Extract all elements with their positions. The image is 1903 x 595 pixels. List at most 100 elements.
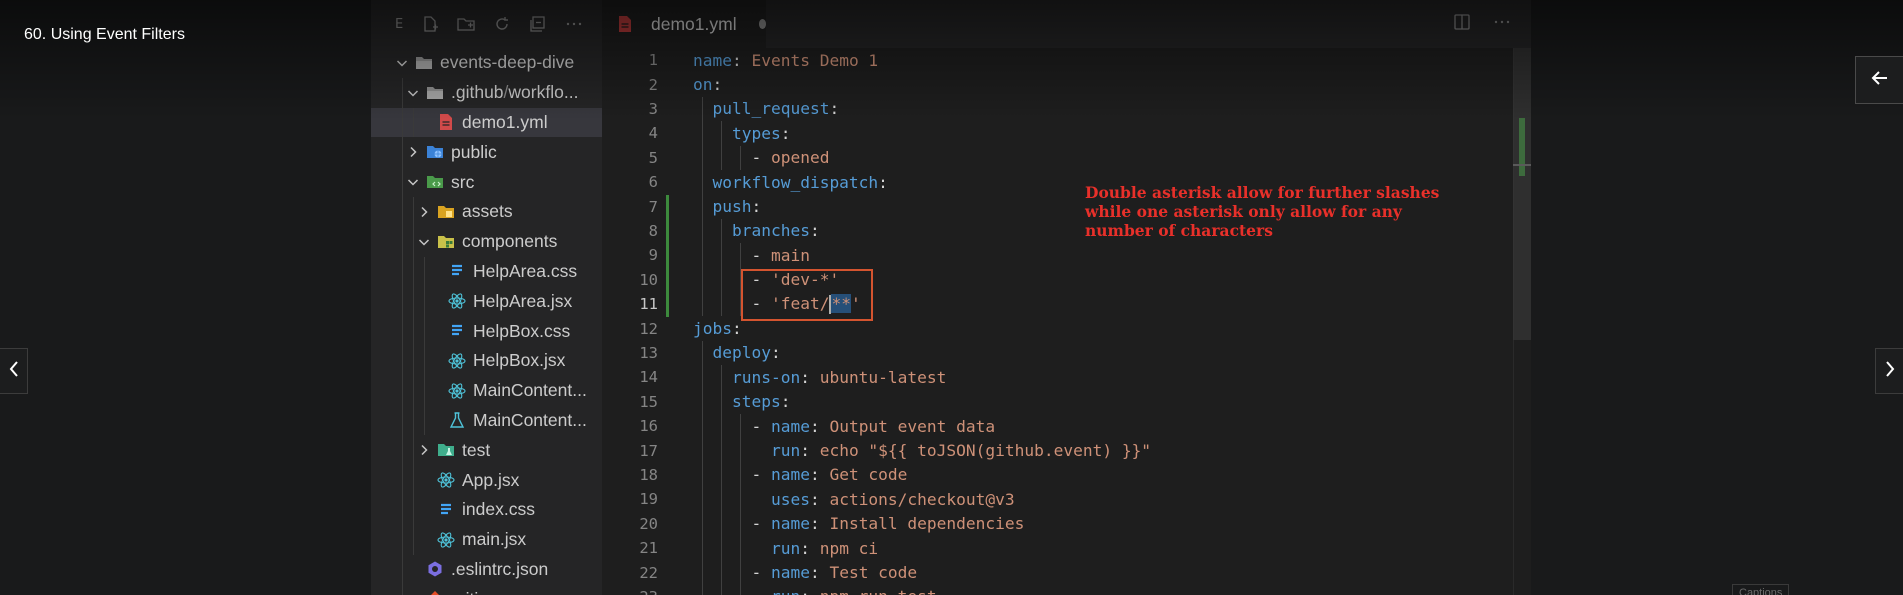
indent-guide xyxy=(402,345,403,376)
chevron-right-icon[interactable] xyxy=(406,145,420,159)
collapse-all-icon[interactable] xyxy=(529,15,547,33)
indent-guide xyxy=(424,316,425,346)
code-token: : xyxy=(809,416,830,436)
annotation-text: Double asterisk allow for further slashe… xyxy=(1085,183,1440,240)
tree-item-events-deep-dive[interactable]: events-deep-dive xyxy=(371,48,602,78)
css-icon xyxy=(448,322,466,340)
tree-item-src[interactable]: src xyxy=(371,167,602,197)
tree-item-components[interactable]: components xyxy=(371,226,602,257)
tree-item-demo1-yml[interactable]: demo1.yml xyxy=(371,107,602,138)
tree-item-helpbox-css[interactable]: HelpBox.css xyxy=(371,316,602,346)
code-line[interactable]: 16 - name: Output event data xyxy=(602,414,1502,438)
line-number: 14 xyxy=(639,368,658,387)
chevron-down-icon[interactable] xyxy=(417,235,431,249)
chevron-down-icon[interactable] xyxy=(406,175,420,189)
unsaved-dot-icon[interactable] xyxy=(758,19,766,29)
tree-item-test[interactable]: test xyxy=(371,435,602,466)
folder-open-icon xyxy=(426,84,444,102)
code-line[interactable]: 18 - name: Get code xyxy=(602,463,1502,487)
code-text: run: npm run test xyxy=(693,587,937,595)
split-editor-icon[interactable] xyxy=(1453,13,1471,35)
code-line[interactable]: 17 run: echo "${{ toJSON(github.event) }… xyxy=(602,438,1502,462)
code-line[interactable]: 14 runs-on: ubuntu-latest xyxy=(602,365,1502,389)
tree-item-label: HelpBox.jsx xyxy=(473,350,566,371)
code-line[interactable]: 5 - opened xyxy=(602,146,1502,170)
indent-guide xyxy=(413,375,414,406)
code-line[interactable]: 2 on: xyxy=(602,72,1502,96)
tree-item-helpbox-jsx[interactable]: HelpBox.jsx xyxy=(371,345,602,376)
tree-item-assets[interactable]: assets xyxy=(371,196,602,227)
indent-guide xyxy=(413,524,414,555)
code-line[interactable]: 4 types: xyxy=(602,121,1502,145)
code-line[interactable]: 22 - name: Test code xyxy=(602,560,1502,584)
tab-label: demo1.yml xyxy=(651,13,737,34)
tree-item-app-jsx[interactable]: App.jsx xyxy=(371,465,602,495)
tree-item-eslintrc-json[interactable]: .eslintrc.json xyxy=(371,554,602,585)
refresh-icon[interactable] xyxy=(493,15,511,33)
chevron-right-icon[interactable] xyxy=(417,443,431,457)
tree-item-public[interactable]: public xyxy=(371,137,602,168)
code-line[interactable]: 10 - 'dev-*' xyxy=(602,268,1502,292)
code-line[interactable]: 11 - 'feat/**' xyxy=(602,292,1502,316)
code-editor[interactable]: 1 name: Events Demo 1 2 on: 3 pull_request: 4… xyxy=(602,48,1531,595)
code-line[interactable]: 1 name: Events Demo 1 xyxy=(602,48,1502,72)
tab-demo1-yml[interactable]: demo1.yml xyxy=(602,0,766,48)
code-line[interactable]: 9 - main xyxy=(602,243,1502,267)
react-icon xyxy=(437,531,455,549)
code-token: - xyxy=(693,514,771,534)
tree-item-maincontent[interactable]: MainContent... xyxy=(371,405,602,436)
line-number: 5 xyxy=(648,148,658,167)
code-text: jobs: xyxy=(693,319,742,338)
tree-item-label: components xyxy=(462,231,558,252)
tree-item-main-jsx[interactable]: main.jsx xyxy=(371,524,602,555)
react-icon xyxy=(448,292,466,310)
line-number: 8 xyxy=(648,221,658,240)
scrollbar-thumb[interactable] xyxy=(1513,48,1531,340)
tree-item-helparea-css[interactable]: HelpArea.css xyxy=(371,256,602,287)
code-token: Install dependencies xyxy=(829,514,1025,534)
expand-sidebar-button[interactable] xyxy=(1855,56,1903,104)
tree-item-label: src xyxy=(451,171,475,192)
code-text: - name: Test code xyxy=(693,563,917,582)
code-line[interactable]: 15 steps: xyxy=(602,390,1502,414)
code-token: Test code xyxy=(829,563,918,583)
code-text: branches: xyxy=(693,221,820,240)
code-token: npm ci xyxy=(819,538,879,558)
chevron-right-icon[interactable] xyxy=(417,205,431,219)
indent-guide xyxy=(402,256,403,287)
chevron-down-icon[interactable] xyxy=(395,56,409,70)
chevron-down-icon[interactable] xyxy=(406,86,420,100)
code-line[interactable]: 21 run: npm ci xyxy=(602,536,1502,560)
code-line[interactable]: 23 run: npm run test xyxy=(602,585,1502,595)
tree-item-maincontent[interactable]: MainContent... xyxy=(371,375,602,406)
tree-item-gitignore[interactable]: .gitignore xyxy=(371,584,602,595)
indent-guide xyxy=(424,405,425,436)
code-line[interactable]: 19 uses: actions/checkout@v3 xyxy=(602,487,1502,511)
new-folder-icon[interactable] xyxy=(457,15,475,33)
code-token: name xyxy=(770,465,810,485)
more-actions-icon[interactable] xyxy=(565,15,583,33)
indent-guide xyxy=(402,524,403,555)
code-text: - name: Get code xyxy=(693,465,907,484)
indent-guide xyxy=(413,316,414,346)
tree-item-github[interactable]: .github / workflo... xyxy=(371,77,602,108)
previous-lecture-button[interactable] xyxy=(0,348,28,394)
tree-item-index-css[interactable]: index.css xyxy=(371,494,602,525)
code-token: workflow_dispatch xyxy=(693,172,879,192)
line-number: 19 xyxy=(639,490,658,509)
captions-button[interactable]: Captions xyxy=(1732,584,1790,595)
explorer-toolbar: E xyxy=(371,0,602,48)
new-file-icon[interactable] xyxy=(421,15,439,33)
code-line[interactable]: 13 deploy: xyxy=(602,341,1502,365)
chevron-left-icon xyxy=(8,359,20,384)
code-line[interactable]: 12 jobs: xyxy=(602,316,1502,340)
folder-open-icon xyxy=(415,54,433,72)
indent-guide xyxy=(402,77,403,108)
tree-item-label: events-deep-dive xyxy=(440,52,575,73)
code-line[interactable]: 20 - name: Install dependencies xyxy=(602,512,1502,536)
code-line[interactable]: 3 pull_request: xyxy=(602,97,1502,121)
css-icon xyxy=(437,501,455,519)
next-lecture-button[interactable] xyxy=(1875,348,1903,394)
editor-more-icon[interactable] xyxy=(1493,13,1511,35)
tree-item-helparea-jsx[interactable]: HelpArea.jsx xyxy=(371,286,602,317)
